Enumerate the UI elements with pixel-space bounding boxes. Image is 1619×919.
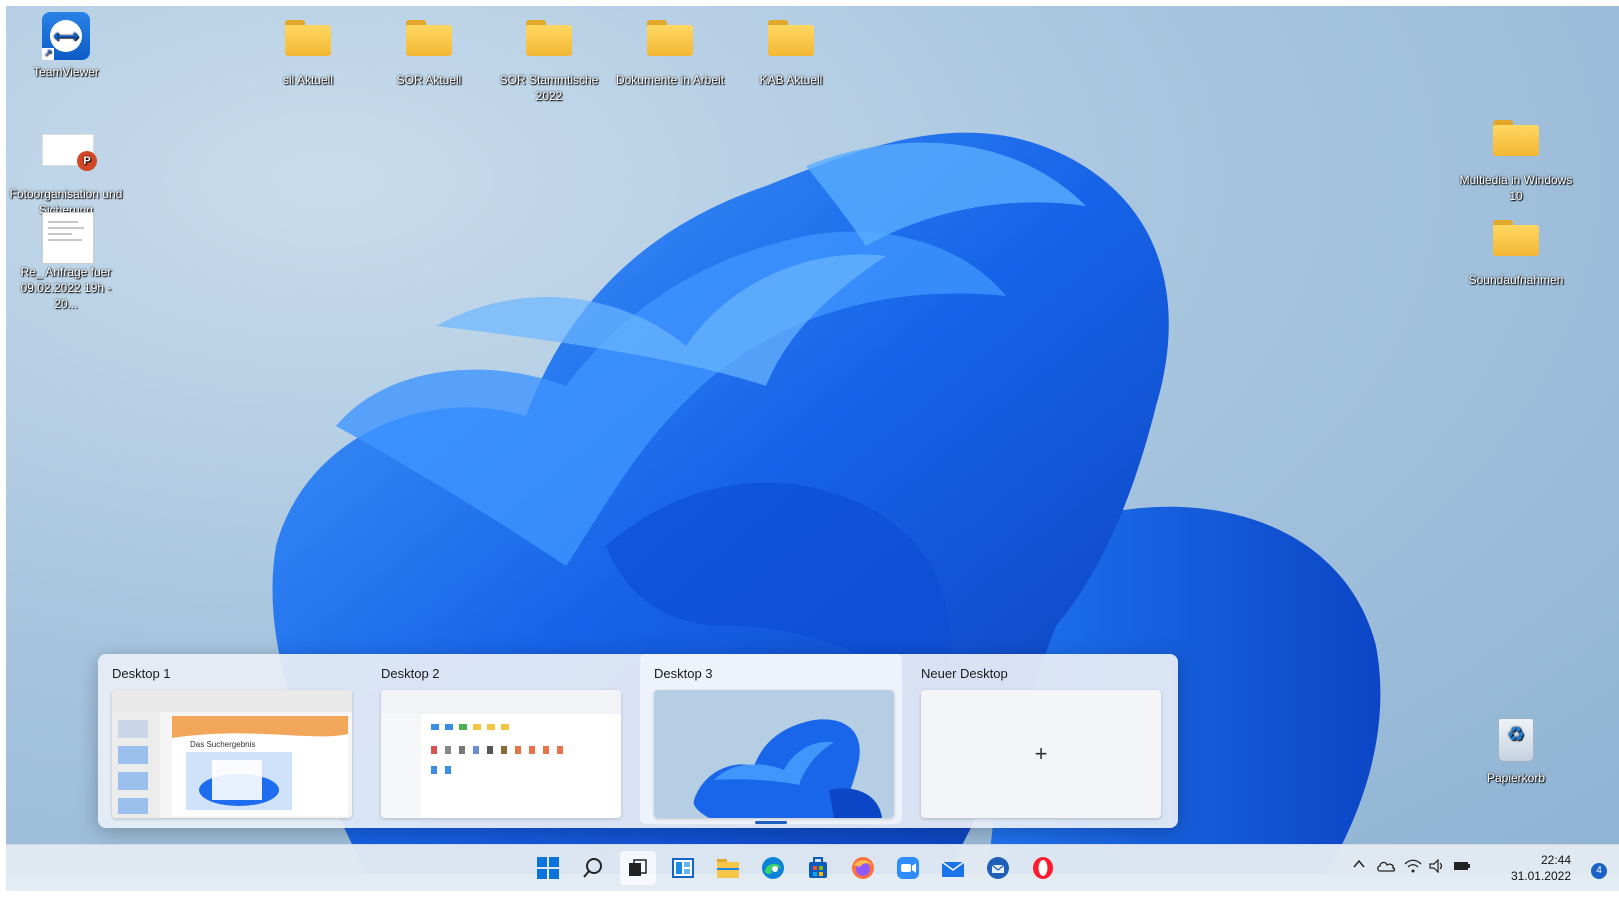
desktop-3-label: Desktop 3: [654, 666, 713, 681]
folder-icon: [768, 20, 814, 56]
start-button[interactable]: [530, 851, 566, 885]
folder-icon: [1493, 120, 1539, 156]
task-view-desktops-panel: Desktop 1 Das Suchergebnis Desktop 2 Des…: [98, 654, 1178, 828]
mail-icon: [941, 861, 965, 877]
onedrive-tray[interactable]: [1376, 859, 1396, 876]
desktop-1-preview: [112, 690, 352, 818]
folder-label: Dokumente in Arbeit: [615, 73, 725, 87]
folder-icon: [647, 20, 693, 56]
teamviewer-label: TeamViewer: [33, 65, 99, 79]
windows-start-icon: [537, 857, 559, 879]
folder-sor-aktuell[interactable]: SOR Aktuell: [371, 12, 487, 88]
power-tray[interactable]: [1452, 859, 1472, 876]
folder-kab-aktuell[interactable]: KAB Aktuell: [733, 12, 849, 88]
folder-label: KAB Aktuell: [759, 73, 823, 87]
file-explorer-button[interactable]: [710, 851, 746, 885]
desktop-2-thumbnail[interactable]: [381, 690, 621, 818]
wifi-tray[interactable]: [1404, 859, 1422, 876]
mail-button[interactable]: [935, 851, 971, 885]
chevron-up-icon: [1353, 859, 1365, 868]
opera-button[interactable]: [1025, 851, 1061, 885]
document-file-icon: [42, 212, 94, 264]
zoom-icon: [897, 857, 919, 879]
desktop-1-card[interactable]: Desktop 1 Das Suchergebnis: [98, 654, 360, 824]
task-view-button[interactable]: [620, 851, 656, 885]
desktop-3-thumbnail[interactable]: [654, 690, 894, 818]
folder-icon: [285, 20, 331, 56]
thunderbird-button[interactable]: [980, 851, 1016, 885]
volume-tray[interactable]: [1428, 858, 1446, 876]
desktop-1-thumbnail[interactable]: Das Suchergebnis: [112, 690, 352, 818]
folder-icon: [1493, 220, 1539, 256]
search-icon: [583, 858, 602, 878]
desktop-1-label: Desktop 1: [112, 666, 171, 681]
teamviewer-icon: ⟷ ↗: [42, 12, 90, 60]
folder-multimedia[interactable]: Multiedia in Windows 10: [1458, 112, 1574, 204]
tray-overflow-chevron[interactable]: [1352, 857, 1366, 876]
desktop-3-card[interactable]: Desktop 3: [640, 654, 902, 824]
file-fotoorganisation[interactable]: P Fotoorganisation und Sicherung: [8, 124, 124, 218]
folder-label: SOR Stammtische 2022: [499, 73, 599, 103]
edge-button[interactable]: [755, 851, 791, 885]
clock[interactable]: 22:44 31.01.2022: [1511, 852, 1571, 884]
firefox-button[interactable]: [845, 851, 881, 885]
clock-time: 22:44: [1540, 853, 1571, 867]
task-view-icon: [629, 859, 647, 876]
thunderbird-icon: [987, 857, 1009, 879]
cloud-icon: [1377, 861, 1396, 872]
file-label: Re_ Anfrage fuer 09.02.2022 19h - 20...: [20, 265, 112, 311]
powerpoint-file-icon: P: [42, 134, 97, 171]
desktop-2-preview: [381, 690, 621, 818]
desktop-2-card[interactable]: Desktop 2: [367, 654, 629, 824]
folder-sil-aktuell[interactable]: sil Aktuell: [250, 12, 366, 88]
folder-label: Soundaufnahmen: [1468, 273, 1564, 287]
plus-icon: +: [1034, 741, 1048, 766]
new-desktop-button[interactable]: +: [921, 690, 1161, 818]
notification-badge[interactable]: 4: [1591, 863, 1607, 879]
zoom-button[interactable]: [890, 851, 926, 885]
active-desktop-indicator: [755, 821, 787, 824]
desktop-1-thumb-caption: Das Suchergebnis: [190, 740, 256, 749]
taskbar: 22:44 31.01.2022 4: [6, 844, 1619, 891]
desktop-2-label: Desktop 2: [381, 666, 440, 681]
edge-icon: [762, 857, 784, 879]
folder-label: Multiedia in Windows 10: [1459, 173, 1573, 203]
folder-label: sil Aktuell: [282, 73, 334, 87]
teamviewer-shortcut[interactable]: ⟷ ↗ TeamViewer: [8, 12, 124, 80]
store-button[interactable]: [800, 851, 836, 885]
folder-label: SOR Aktuell: [396, 73, 462, 87]
search-button[interactable]: [575, 851, 611, 885]
folder-icon: [406, 20, 452, 56]
opera-icon: [1033, 857, 1053, 879]
speaker-icon: [1429, 858, 1443, 874]
recycle-bin-icon: ♻: [1498, 718, 1534, 762]
new-desktop-label: Neuer Desktop: [921, 666, 1008, 681]
wifi-icon: [1404, 859, 1422, 873]
desktop-3-preview: [654, 690, 894, 818]
store-icon: [809, 857, 827, 878]
new-desktop-card[interactable]: Neuer Desktop +: [907, 654, 1169, 824]
file-anfrage[interactable]: Re_ Anfrage fuer 09.02.2022 19h - 20...: [8, 212, 124, 312]
folder-soundaufnahmen[interactable]: Soundaufnahmen: [1458, 212, 1574, 288]
clock-date: 31.01.2022: [1510, 869, 1571, 883]
firefox-icon: [852, 857, 874, 879]
folder-dokumente[interactable]: Dokumente in Arbeit: [612, 12, 728, 88]
file-explorer-icon: [717, 859, 739, 878]
widgets-icon: [672, 858, 694, 878]
battery-plug-icon: [1454, 862, 1470, 870]
folder-icon: [526, 20, 572, 56]
recycle-bin-label: Papierkorb: [1486, 771, 1546, 785]
recycle-bin[interactable]: ♻ Papierkorb: [1458, 714, 1574, 786]
widgets-button[interactable]: [665, 851, 701, 885]
folder-sor-stammtische[interactable]: SOR Stammtische 2022: [491, 12, 607, 104]
